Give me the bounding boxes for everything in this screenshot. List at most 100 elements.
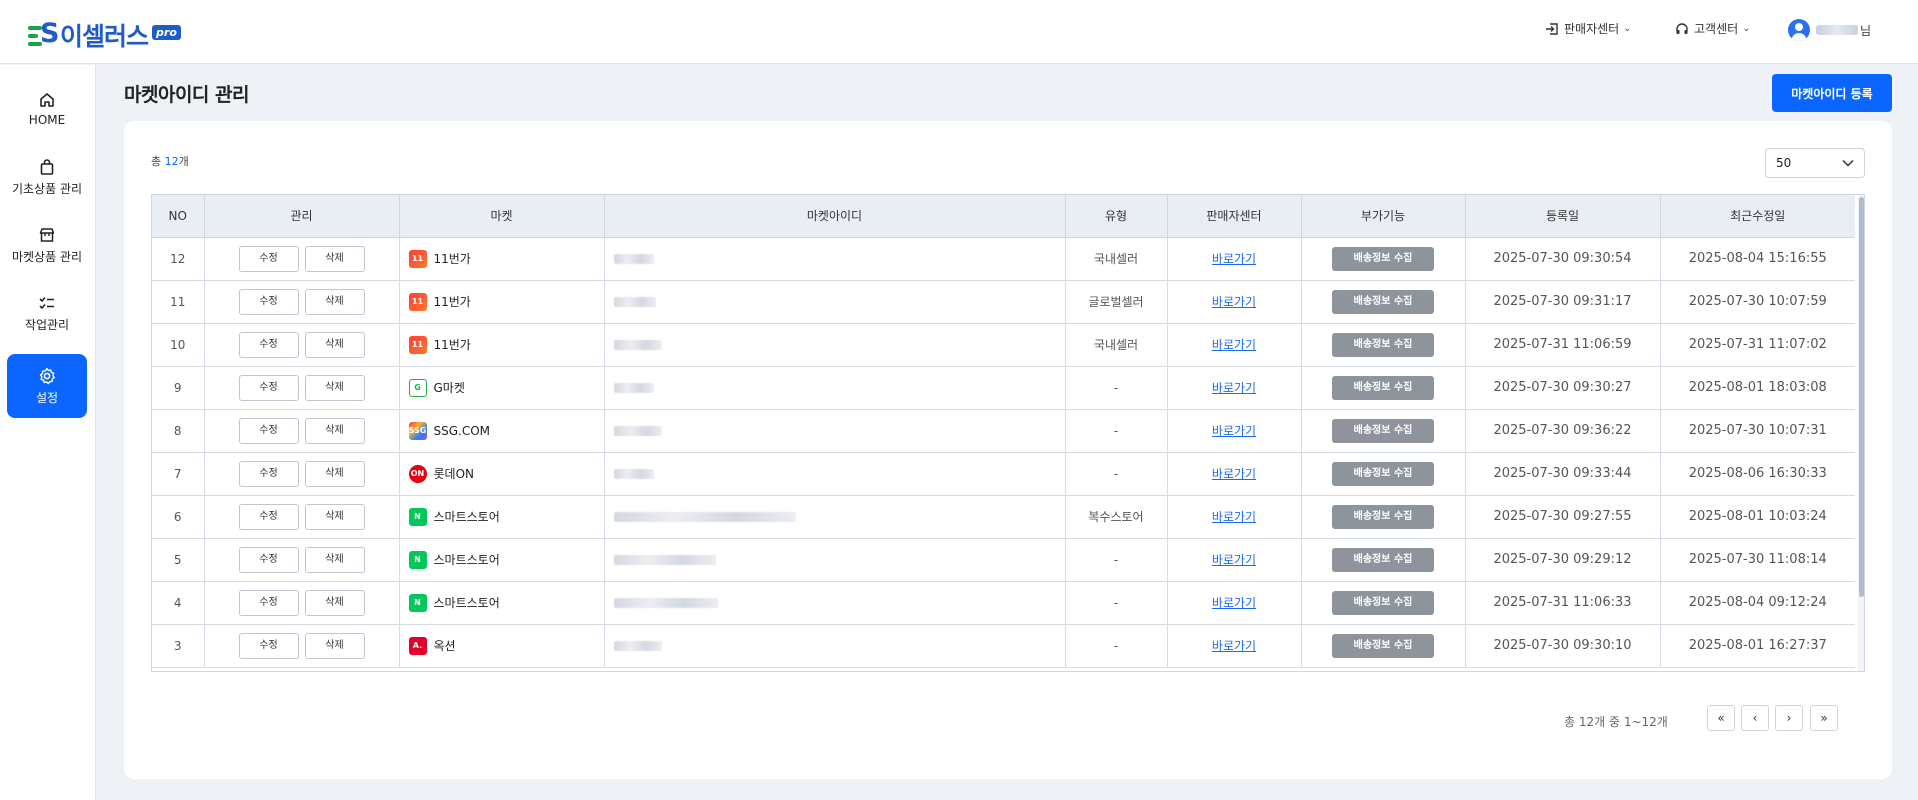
avatar xyxy=(1788,19,1810,41)
cell-extra: 배송정보 수집 xyxy=(1301,538,1466,582)
sidebar-item-label: 작업관리 xyxy=(24,317,70,332)
collect-shipping-info-button[interactable]: 배송정보 수집 xyxy=(1332,633,1434,658)
register-market-id-button[interactable]: 마켓아이디 등록 xyxy=(1772,74,1892,112)
edit-button[interactable]: 수정 xyxy=(238,632,299,659)
collect-shipping-info-button[interactable]: 배송정보 수집 xyxy=(1332,289,1434,314)
cell-seller-center: 바로가기 xyxy=(1167,538,1302,582)
cell-registered: 2025-07-30 09:30:27 xyxy=(1465,366,1661,410)
next-page-button[interactable]: › xyxy=(1775,705,1803,731)
cell-type: 국내셀러 xyxy=(1065,323,1168,367)
cell-modified: 2025-08-01 16:27:37 xyxy=(1660,624,1855,668)
cell-registered: 2025-07-30 09:33:44 xyxy=(1465,452,1661,496)
sidebar-item-settings[interactable]: 설정 xyxy=(7,354,87,418)
delete-button[interactable]: 삭제 xyxy=(304,632,365,659)
market-logo-icon: SSG xyxy=(408,421,427,440)
cell-modified: 2025-07-31 11:07:02 xyxy=(1660,323,1855,367)
sidebar-item-home[interactable]: HOME xyxy=(7,77,87,141)
market-id-blurred xyxy=(613,426,662,436)
delete-button[interactable]: 삭제 xyxy=(304,589,365,616)
table-row: 4 수정 삭제 N 스마트스토어 - 바로가기 배송정보 수집 2025-07-3… xyxy=(152,581,1855,625)
goto-link[interactable]: 바로가기 xyxy=(1212,381,1256,395)
delete-button[interactable]: 삭제 xyxy=(304,245,365,272)
market-logo-icon: N xyxy=(408,507,427,526)
scrollbar-thumb[interactable] xyxy=(1859,197,1864,597)
first-page-button[interactable]: « xyxy=(1707,705,1735,731)
sidebar-item-label: 기초상품 관리 xyxy=(11,181,83,196)
column-header: 판매자센터 xyxy=(1167,195,1302,238)
delete-button[interactable]: 삭제 xyxy=(304,288,365,315)
goto-link[interactable]: 바로가기 xyxy=(1212,639,1256,653)
collect-shipping-info-button[interactable]: 배송정보 수집 xyxy=(1332,246,1434,271)
sidebar-item-label: 마켓상품 관리 xyxy=(11,249,83,264)
cell-market: 11 11번가 xyxy=(399,237,605,281)
column-header: 등록일 xyxy=(1465,195,1661,238)
vertical-scrollbar[interactable] xyxy=(1858,195,1864,671)
delete-button[interactable]: 삭제 xyxy=(304,374,365,401)
sidebar-item-label: HOME xyxy=(28,113,66,127)
market-id-blurred xyxy=(613,297,656,307)
delete-button[interactable]: 삭제 xyxy=(304,331,365,358)
cell-market-id xyxy=(604,495,1066,539)
market-name: 옥션 xyxy=(433,639,456,653)
edit-button[interactable]: 수정 xyxy=(238,374,299,401)
collect-shipping-info-button[interactable]: 배송정보 수집 xyxy=(1332,332,1434,357)
edit-button[interactable]: 수정 xyxy=(238,331,299,358)
goto-link[interactable]: 바로가기 xyxy=(1212,295,1256,309)
sidebar-item-basic-products[interactable]: 기초상품 관리 xyxy=(7,145,87,209)
edit-button[interactable]: 수정 xyxy=(238,245,299,272)
nav-customer-center-label: 고객센터 xyxy=(1694,22,1739,36)
edit-button[interactable]: 수정 xyxy=(238,546,299,573)
page-title: 마켓아이디 관리 xyxy=(124,84,249,106)
cell-type: - xyxy=(1065,538,1168,582)
market-logo-icon: A. xyxy=(408,636,427,655)
goto-link[interactable]: 바로가기 xyxy=(1212,596,1256,610)
edit-button[interactable]: 수정 xyxy=(238,503,299,530)
cell-no: 3 xyxy=(152,624,205,668)
cell-seller-center: 바로가기 xyxy=(1167,366,1302,410)
collect-shipping-info-button[interactable]: 배송정보 수집 xyxy=(1332,504,1434,529)
cell-manage: 수정 삭제 xyxy=(204,280,400,324)
app-logo[interactable]: S 이셀러스 pro xyxy=(28,17,181,53)
user-menu[interactable]: 님 xyxy=(1788,19,1871,41)
cell-modified: 2025-07-30 11:08:14 xyxy=(1660,538,1855,582)
market-id-blurred xyxy=(613,340,662,350)
table-row: 6 수정 삭제 N 스마트스토어 복수스토어 바로가기 배송정보 수집 2025-… xyxy=(152,495,1855,539)
cell-market-id xyxy=(604,538,1066,582)
goto-link[interactable]: 바로가기 xyxy=(1212,467,1256,481)
column-header: 마켓아이디 xyxy=(604,195,1066,238)
prev-page-button[interactable]: ‹ xyxy=(1741,705,1769,731)
edit-button[interactable]: 수정 xyxy=(238,288,299,315)
market-name: 스마트스토어 xyxy=(433,510,500,524)
collect-shipping-info-button[interactable]: 배송정보 수집 xyxy=(1332,461,1434,486)
sidebar-item-market-products[interactable]: 마켓상품 관리 xyxy=(7,213,87,277)
table-row: 7 수정 삭제 ON 롯데ON - 바로가기 배송정보 수집 2025-07-30… xyxy=(152,452,1855,496)
last-page-button[interactable]: » xyxy=(1810,705,1838,731)
goto-link[interactable]: 바로가기 xyxy=(1212,252,1256,266)
edit-button[interactable]: 수정 xyxy=(238,460,299,487)
edit-button[interactable]: 수정 xyxy=(238,589,299,616)
cell-market: 11 11번가 xyxy=(399,323,605,367)
page-size-value: 50 xyxy=(1776,156,1792,170)
edit-button[interactable]: 수정 xyxy=(238,417,299,444)
cell-market: 11 11번가 xyxy=(399,280,605,324)
goto-link[interactable]: 바로가기 xyxy=(1212,424,1256,438)
collect-shipping-info-button[interactable]: 배송정보 수집 xyxy=(1332,590,1434,615)
cell-no: 10 xyxy=(152,323,205,367)
page-size-select[interactable]: 50 xyxy=(1765,148,1865,178)
nav-seller-center[interactable]: 판매자센터 ⌄ xyxy=(1544,20,1632,37)
delete-button[interactable]: 삭제 xyxy=(304,503,365,530)
collect-shipping-info-button[interactable]: 배송정보 수집 xyxy=(1332,418,1434,443)
column-header: 마켓 xyxy=(399,195,605,238)
sidebar-item-jobs[interactable]: 작업관리 xyxy=(7,281,87,345)
delete-button[interactable]: 삭제 xyxy=(304,460,365,487)
cell-modified: 2025-08-01 18:03:08 xyxy=(1660,366,1855,410)
goto-link[interactable]: 바로가기 xyxy=(1212,338,1256,352)
goto-link[interactable]: 바로가기 xyxy=(1212,553,1256,567)
collect-shipping-info-button[interactable]: 배송정보 수집 xyxy=(1332,375,1434,400)
market-id-blurred xyxy=(613,469,654,479)
collect-shipping-info-button[interactable]: 배송정보 수집 xyxy=(1332,547,1434,572)
nav-customer-center[interactable]: 고객센터 ⌄ xyxy=(1674,20,1751,37)
goto-link[interactable]: 바로가기 xyxy=(1212,510,1256,524)
delete-button[interactable]: 삭제 xyxy=(304,546,365,573)
delete-button[interactable]: 삭제 xyxy=(304,417,365,444)
